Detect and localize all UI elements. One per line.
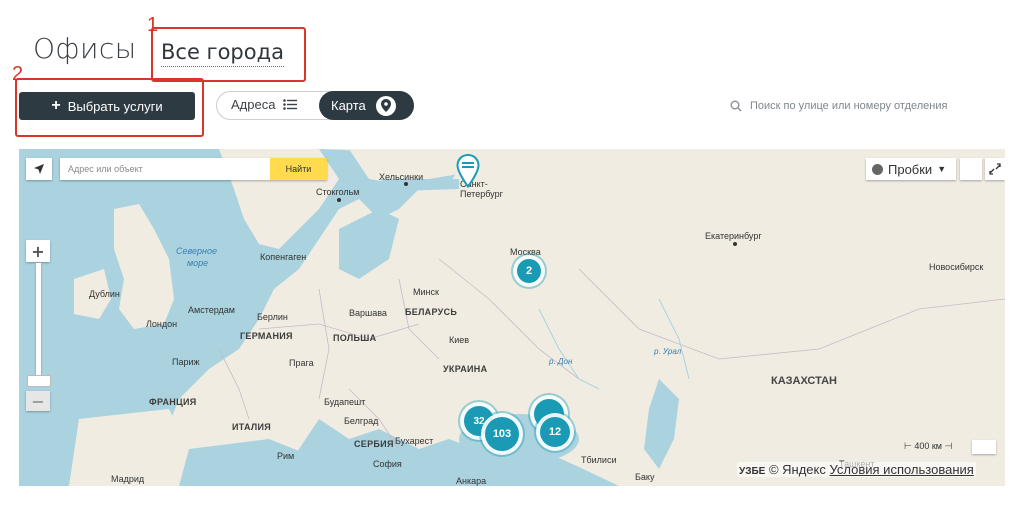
map-copyright: УЗБЕ © Яндекс Условия использования <box>737 462 976 477</box>
callout-box-1 <box>151 27 306 82</box>
ruler-button[interactable] <box>972 440 996 454</box>
map-label-london: Лондон <box>146 319 178 329</box>
map-scale-label: 400 км <box>914 441 942 451</box>
map-label-stockholm: Стокгольм <box>316 187 360 197</box>
map-cluster[interactable]: 12 <box>540 417 570 447</box>
map-label-bucharest: Бухарест <box>395 436 434 446</box>
view-toggle: Адреса Карта <box>216 91 414 120</box>
map-label-baku: Баку <box>635 472 655 482</box>
map-label-budapest: Будапешт <box>324 397 366 407</box>
map-label-prague: Прага <box>289 358 314 368</box>
city-dot <box>404 182 408 186</box>
map-cluster[interactable]: 103 <box>485 417 519 451</box>
traffic-label: Пробки <box>888 161 933 177</box>
map-label-minsk: Минск <box>413 287 439 297</box>
geolocation-button[interactable] <box>26 158 52 180</box>
map-label-kiev: Киев <box>449 335 470 345</box>
zoom-slider[interactable] <box>36 263 41 385</box>
map-find-button[interactable]: Найти <box>270 158 327 180</box>
view-map-label: Карта <box>331 98 366 113</box>
map-label-germany: ГЕРМАНИЯ <box>240 331 293 341</box>
city-dot <box>733 242 737 246</box>
map-cluster[interactable]: 2 <box>517 259 541 283</box>
map-label-amsterdam: Амстердам <box>188 305 235 315</box>
yandex-copyright: © Яндекс <box>768 462 826 477</box>
chevron-down-icon: ▼ <box>937 164 947 174</box>
map-label-moscow: Москва <box>510 247 541 257</box>
branch-search[interactable]: Поиск по улице или номеру отделения <box>730 92 1006 120</box>
map-label-sofia: София <box>373 459 402 469</box>
map-address-search: Адрес или объект Найти <box>60 158 327 180</box>
map-label-north-sea-1: Северное <box>176 246 217 256</box>
view-addresses-label: Адреса <box>231 97 276 112</box>
map-label-north-sea-2: море <box>187 258 209 268</box>
map-label-copenhagen: Копенгаген <box>260 252 307 262</box>
select-services-button[interactable]: + Выбрать услуги <box>19 92 195 120</box>
map-label-don-river: р. Дон <box>549 357 573 366</box>
select-services-label: Выбрать услуги <box>67 98 163 114</box>
terms-of-use-link[interactable]: Условия использования <box>830 462 974 477</box>
search-icon <box>730 100 742 112</box>
map-label-belgrade: Белград <box>344 416 379 426</box>
map-label-warsaw: Варшава <box>349 308 387 318</box>
map-label-ankara: Анкара <box>456 476 487 486</box>
map-label-poland: ПОЛЬША <box>333 333 377 343</box>
map[interactable]: Хельсинки Стокгольм Санкт- Петербург Мос… <box>19 149 1005 486</box>
map-label-madrid: Мадрид <box>111 474 145 484</box>
map-label-italy: ИТАЛИЯ <box>232 422 272 432</box>
map-label-novosibirsk: Новосибирск <box>929 262 984 272</box>
map-scale: ⊢ 400 км ⊣ <box>904 441 953 451</box>
map-label-paris: Париж <box>172 357 200 367</box>
view-addresses-tab[interactable]: Адреса <box>231 97 298 112</box>
map-label-ukraine: УКРАИНА <box>443 364 488 374</box>
map-label-serbia: СЕРБИЯ <box>354 439 394 449</box>
map-edge-label: УЗБЕ <box>739 466 766 477</box>
list-icon <box>283 99 298 110</box>
zoom-slider-handle[interactable] <box>27 375 51 387</box>
map-label-dublin: Дублин <box>89 289 120 299</box>
map-label-yekaterinburg: Екатеринбург <box>705 231 762 241</box>
branch-search-input[interactable]: Поиск по улице или номеру отделения <box>750 100 947 112</box>
layers-button[interactable] <box>960 158 982 180</box>
callout-number-1: 1 <box>147 14 159 36</box>
map-label-rome: Рим <box>277 451 295 461</box>
zoom-in-button[interactable]: + <box>26 240 50 262</box>
view-map-tab[interactable]: Карта <box>319 91 414 120</box>
map-label-spb-2: Петербург <box>460 189 503 199</box>
location-pin-icon <box>375 95 396 116</box>
map-label-tbilisi: Тбилиси <box>581 455 617 465</box>
callout-number-2: 2 <box>12 63 24 85</box>
page-title: Офисы <box>33 32 137 65</box>
map-label-kazakhstan: КАЗАХСТАН <box>771 375 837 387</box>
map-label-ural-river: р. Урал <box>654 347 682 356</box>
map-label-berlin: Берлин <box>257 312 288 322</box>
map-label-belarus: БЕЛАРУСЬ <box>405 307 458 317</box>
city-dot <box>337 198 341 202</box>
fullscreen-icon <box>989 163 1001 175</box>
traffic-light-icon <box>872 163 883 175</box>
traffic-button[interactable]: Пробки ▼ <box>866 158 956 180</box>
map-label-france: ФРАНЦИЯ <box>149 397 197 407</box>
zoom-out-button[interactable]: − <box>26 391 50 411</box>
plus-icon: + <box>51 97 61 114</box>
map-marker-icon[interactable] <box>456 154 480 188</box>
map-address-input[interactable]: Адрес или объект <box>60 158 270 180</box>
geolocation-arrow-icon <box>34 164 44 174</box>
fullscreen-button[interactable] <box>985 158 1005 180</box>
map-label-helsinki: Хельсинки <box>379 172 424 182</box>
